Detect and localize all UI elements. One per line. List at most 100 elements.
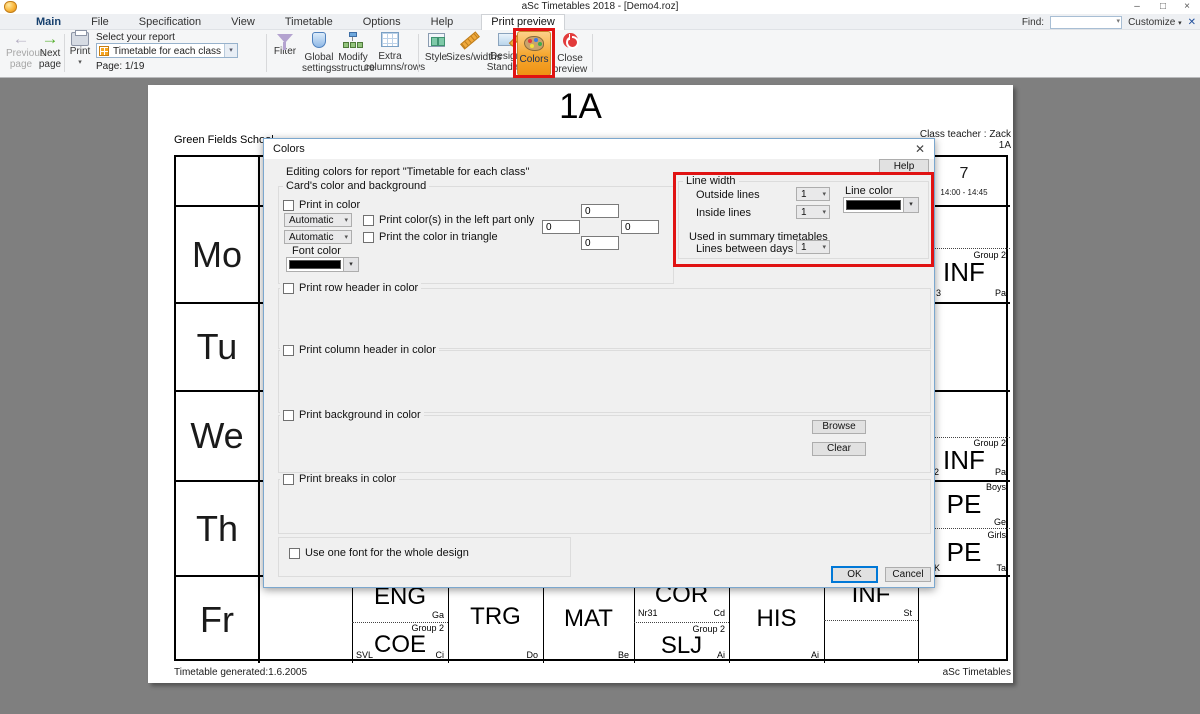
print-background-checkbox[interactable]: Print background in color (280, 409, 424, 421)
print-breaks-checkbox[interactable]: Print breaks in color (280, 473, 399, 485)
minimize-button[interactable]: – (1126, 0, 1148, 13)
chevron-down-icon[interactable]: ▾ (903, 198, 918, 212)
clear-button[interactable]: Clear (812, 442, 866, 456)
maximize-button[interactable]: □ (1152, 0, 1174, 13)
checkbox-icon[interactable] (363, 215, 374, 226)
close-button[interactable]: × (1176, 0, 1198, 13)
page-title: 1A (148, 87, 1013, 127)
global-settings-button[interactable]: Globalsettings (302, 30, 336, 74)
ok-button[interactable]: OK (831, 566, 878, 583)
tab-timetable[interactable]: Timetable (283, 15, 335, 29)
timetable-cell-fr-2: TRG Do (448, 575, 543, 663)
select-report-label: Select your report (96, 32, 175, 43)
chevron-down-icon: ▾ (344, 216, 348, 224)
line-color-label: Line color (845, 185, 893, 197)
ruler-icon (460, 31, 480, 49)
column-header-group (278, 350, 931, 413)
left-part-only-checkbox[interactable]: Print color(s) in the left part only (360, 214, 537, 226)
customize-menu[interactable]: Customize ▾ (1128, 17, 1182, 28)
find-dropdown-icon[interactable]: ▾ (1117, 17, 1121, 25)
print-row-header-checkbox[interactable]: Print row header in color (280, 282, 421, 294)
chevron-down-icon: ▾ (822, 208, 826, 216)
print-button[interactable]: Print ▾ (66, 30, 94, 68)
arrow-right-icon: → (36, 30, 64, 48)
inside-lines-select[interactable]: 1▾ (796, 205, 830, 219)
report-dropdown-icon[interactable]: ▾ (224, 44, 237, 57)
next-page-button[interactable]: → Nextpage (36, 30, 64, 70)
arrow-left-icon: ← (6, 30, 36, 48)
find-label: Find: (1022, 17, 1044, 28)
tab-view[interactable]: View (229, 15, 257, 29)
footer-generated: Timetable generated:1.6.2005 (174, 667, 307, 678)
filter-button[interactable]: Filter (270, 30, 300, 57)
school-name: Green Fields School (174, 134, 274, 146)
day-row-mo: Mo (176, 207, 258, 302)
dialog-description: Editing colors for report "Timetable for… (286, 166, 529, 178)
dialog-close-icon[interactable]: ✕ (910, 141, 930, 157)
lines-between-days-label: Lines between days (696, 243, 793, 255)
find-input[interactable]: ▾ (1050, 16, 1122, 29)
print-dropdown-icon[interactable]: ▾ (66, 58, 94, 68)
card-color-select-1[interactable]: Automatic▾ (284, 213, 352, 227)
day-row-tu: Tu (176, 304, 258, 390)
window-title: aSc Timetables 2018 - [Demo4.roz] (0, 1, 1200, 12)
ribbon-close-icon[interactable]: ✕ (1188, 17, 1196, 28)
day-row-th: Th (176, 482, 258, 575)
checkbox-icon[interactable] (363, 232, 374, 243)
print-in-color-checkbox[interactable]: Print in color (280, 199, 363, 211)
checkbox-icon[interactable] (283, 283, 294, 294)
font-color-picker[interactable]: ▾ (286, 257, 359, 272)
color-swatch (289, 260, 341, 269)
checkbox-icon[interactable] (289, 548, 300, 559)
margin-left-input[interactable] (542, 220, 580, 234)
menu-tab-bar: Main File Specification View Timetable O… (0, 14, 1200, 30)
tab-file[interactable]: File (89, 15, 111, 29)
chevron-down-icon: ▾ (822, 190, 826, 198)
print-column-header-checkbox[interactable]: Print column header in color (280, 344, 439, 356)
dialog-title: Colors (273, 143, 305, 155)
line-color-picker[interactable]: ▾ (843, 197, 919, 213)
design-picture-icon (498, 33, 516, 46)
close-preview-button[interactable]: Closepreview (552, 30, 588, 75)
page-indicator: Page: 1/19 (96, 61, 144, 72)
chevron-down-icon: ▾ (822, 243, 826, 251)
checkbox-icon[interactable] (283, 474, 294, 485)
report-icon (99, 46, 109, 56)
chevron-down-icon[interactable]: ▾ (343, 258, 358, 271)
cancel-button[interactable]: Cancel (885, 567, 931, 582)
outside-lines-label: Outside lines (696, 189, 760, 201)
extra-columns-rows-button[interactable]: Extracolumns/rows (364, 30, 416, 73)
class-label: 1A (999, 140, 1011, 151)
day-row-we: We (176, 392, 258, 480)
previous-page-button[interactable]: ← Previouspage (6, 30, 36, 70)
checkbox-icon[interactable] (283, 410, 294, 421)
tab-help[interactable]: Help (429, 15, 456, 29)
style-icon (428, 33, 445, 47)
org-chart-icon (343, 32, 363, 49)
tab-specification[interactable]: Specification (137, 15, 203, 29)
dialog-title-bar[interactable]: Colors ✕ (264, 139, 934, 159)
row-header-group (278, 288, 931, 349)
lines-between-days-select[interactable]: 1▾ (796, 240, 830, 254)
browse-button[interactable]: Browse (812, 420, 866, 434)
filter-icon (277, 34, 293, 43)
tab-options[interactable]: Options (361, 15, 403, 29)
table-grid-icon (381, 32, 399, 47)
card-color-select-2[interactable]: Automatic▾ (284, 230, 352, 244)
tab-print-preview[interactable]: Print preview (481, 14, 565, 30)
margin-bottom-input[interactable] (581, 236, 619, 250)
outside-lines-select[interactable]: 1▾ (796, 187, 830, 201)
colors-button[interactable]: Colors (517, 31, 551, 76)
checkbox-icon[interactable] (283, 200, 294, 211)
margin-right-input[interactable] (621, 220, 659, 234)
tab-main[interactable]: Main (34, 15, 63, 29)
checkbox-icon[interactable] (283, 345, 294, 356)
color-in-triangle-checkbox[interactable]: Print the color in triangle (360, 231, 501, 243)
power-icon (563, 33, 578, 48)
colors-dialog: Colors ✕ Editing colors for report "Time… (263, 138, 935, 588)
report-select[interactable]: Timetable for each class ▾ (96, 43, 238, 58)
help-button[interactable]: Help (879, 159, 929, 174)
margin-top-input[interactable] (581, 204, 619, 218)
one-font-checkbox[interactable]: Use one font for the whole design (286, 547, 472, 559)
inside-lines-label: Inside lines (696, 207, 751, 219)
